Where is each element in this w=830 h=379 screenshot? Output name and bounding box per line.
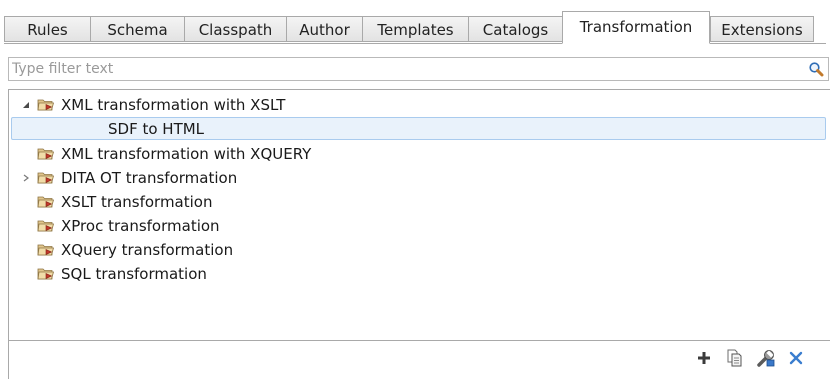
tree-item-sdf-to-html[interactable]: SDF to HTML xyxy=(11,117,826,140)
edit-button[interactable] xyxy=(754,346,778,370)
tab-classpath[interactable]: Classpath xyxy=(184,16,286,42)
tab-transformation[interactable]: Transformation xyxy=(562,11,710,44)
tree-item-label: XML transformation with XSLT xyxy=(61,96,286,114)
tree-item-xml-xslt[interactable]: XML transformation with XSLT xyxy=(9,93,829,117)
tree-item-sql[interactable]: SQL transformation xyxy=(9,262,829,286)
scenario-tree: XML transformation with XSLT SDF to HTML… xyxy=(8,89,830,341)
edit-icon xyxy=(757,350,775,367)
tree-item-label: XQuery transformation xyxy=(61,241,234,259)
filter-box xyxy=(8,57,829,81)
folder-red-icon xyxy=(37,99,54,111)
search-icon[interactable] xyxy=(808,61,824,77)
folder-red-icon xyxy=(37,220,54,232)
folder-red-icon xyxy=(37,148,54,160)
panel-border xyxy=(8,341,9,379)
tree-item-label: XML transformation with XQUERY xyxy=(61,145,312,163)
tree-item-xml-xquery[interactable]: XML transformation with XQUERY xyxy=(9,142,829,166)
tab-author[interactable]: Author xyxy=(286,16,362,42)
tree-item-label: XProc transformation xyxy=(61,217,220,235)
tree-item-label: DITA OT transformation xyxy=(61,169,238,187)
tree-item-xslt[interactable]: XSLT transformation xyxy=(9,190,829,214)
tab-schema[interactable]: Schema xyxy=(90,16,184,42)
scenario-toolbar xyxy=(8,341,830,379)
tree-item-dita-ot[interactable]: DITA OT transformation xyxy=(9,166,829,190)
expanded-arrow-icon[interactable] xyxy=(21,100,31,110)
duplicate-button[interactable] xyxy=(723,346,747,370)
folder-red-icon xyxy=(37,244,54,256)
collapsed-arrow-icon[interactable] xyxy=(21,173,31,183)
tree-item-xquery[interactable]: XQuery transformation xyxy=(9,238,829,262)
tree-item-label: SQL transformation xyxy=(61,265,207,283)
duplicate-icon xyxy=(727,349,742,367)
tab-rules[interactable]: Rules xyxy=(4,16,90,42)
tree-item-label: SDF to HTML xyxy=(108,120,205,138)
tab-extensions[interactable]: Extensions xyxy=(710,16,814,42)
remove-button[interactable] xyxy=(784,346,808,370)
remove-icon xyxy=(789,351,803,365)
tab-catalogs[interactable]: Catalogs xyxy=(468,16,562,42)
folder-red-icon xyxy=(37,196,54,208)
folder-red-icon xyxy=(37,172,54,184)
tree-item-xproc[interactable]: XProc transformation xyxy=(9,214,829,238)
tree-item-label: XSLT transformation xyxy=(61,193,213,211)
tab-templates[interactable]: Templates xyxy=(362,16,468,42)
folder-red-icon xyxy=(37,268,54,280)
add-icon xyxy=(698,352,710,364)
add-button[interactable] xyxy=(692,346,716,370)
tab-bar: Rules Schema Classpath Author Templates … xyxy=(4,11,826,44)
filter-input[interactable] xyxy=(12,59,792,79)
